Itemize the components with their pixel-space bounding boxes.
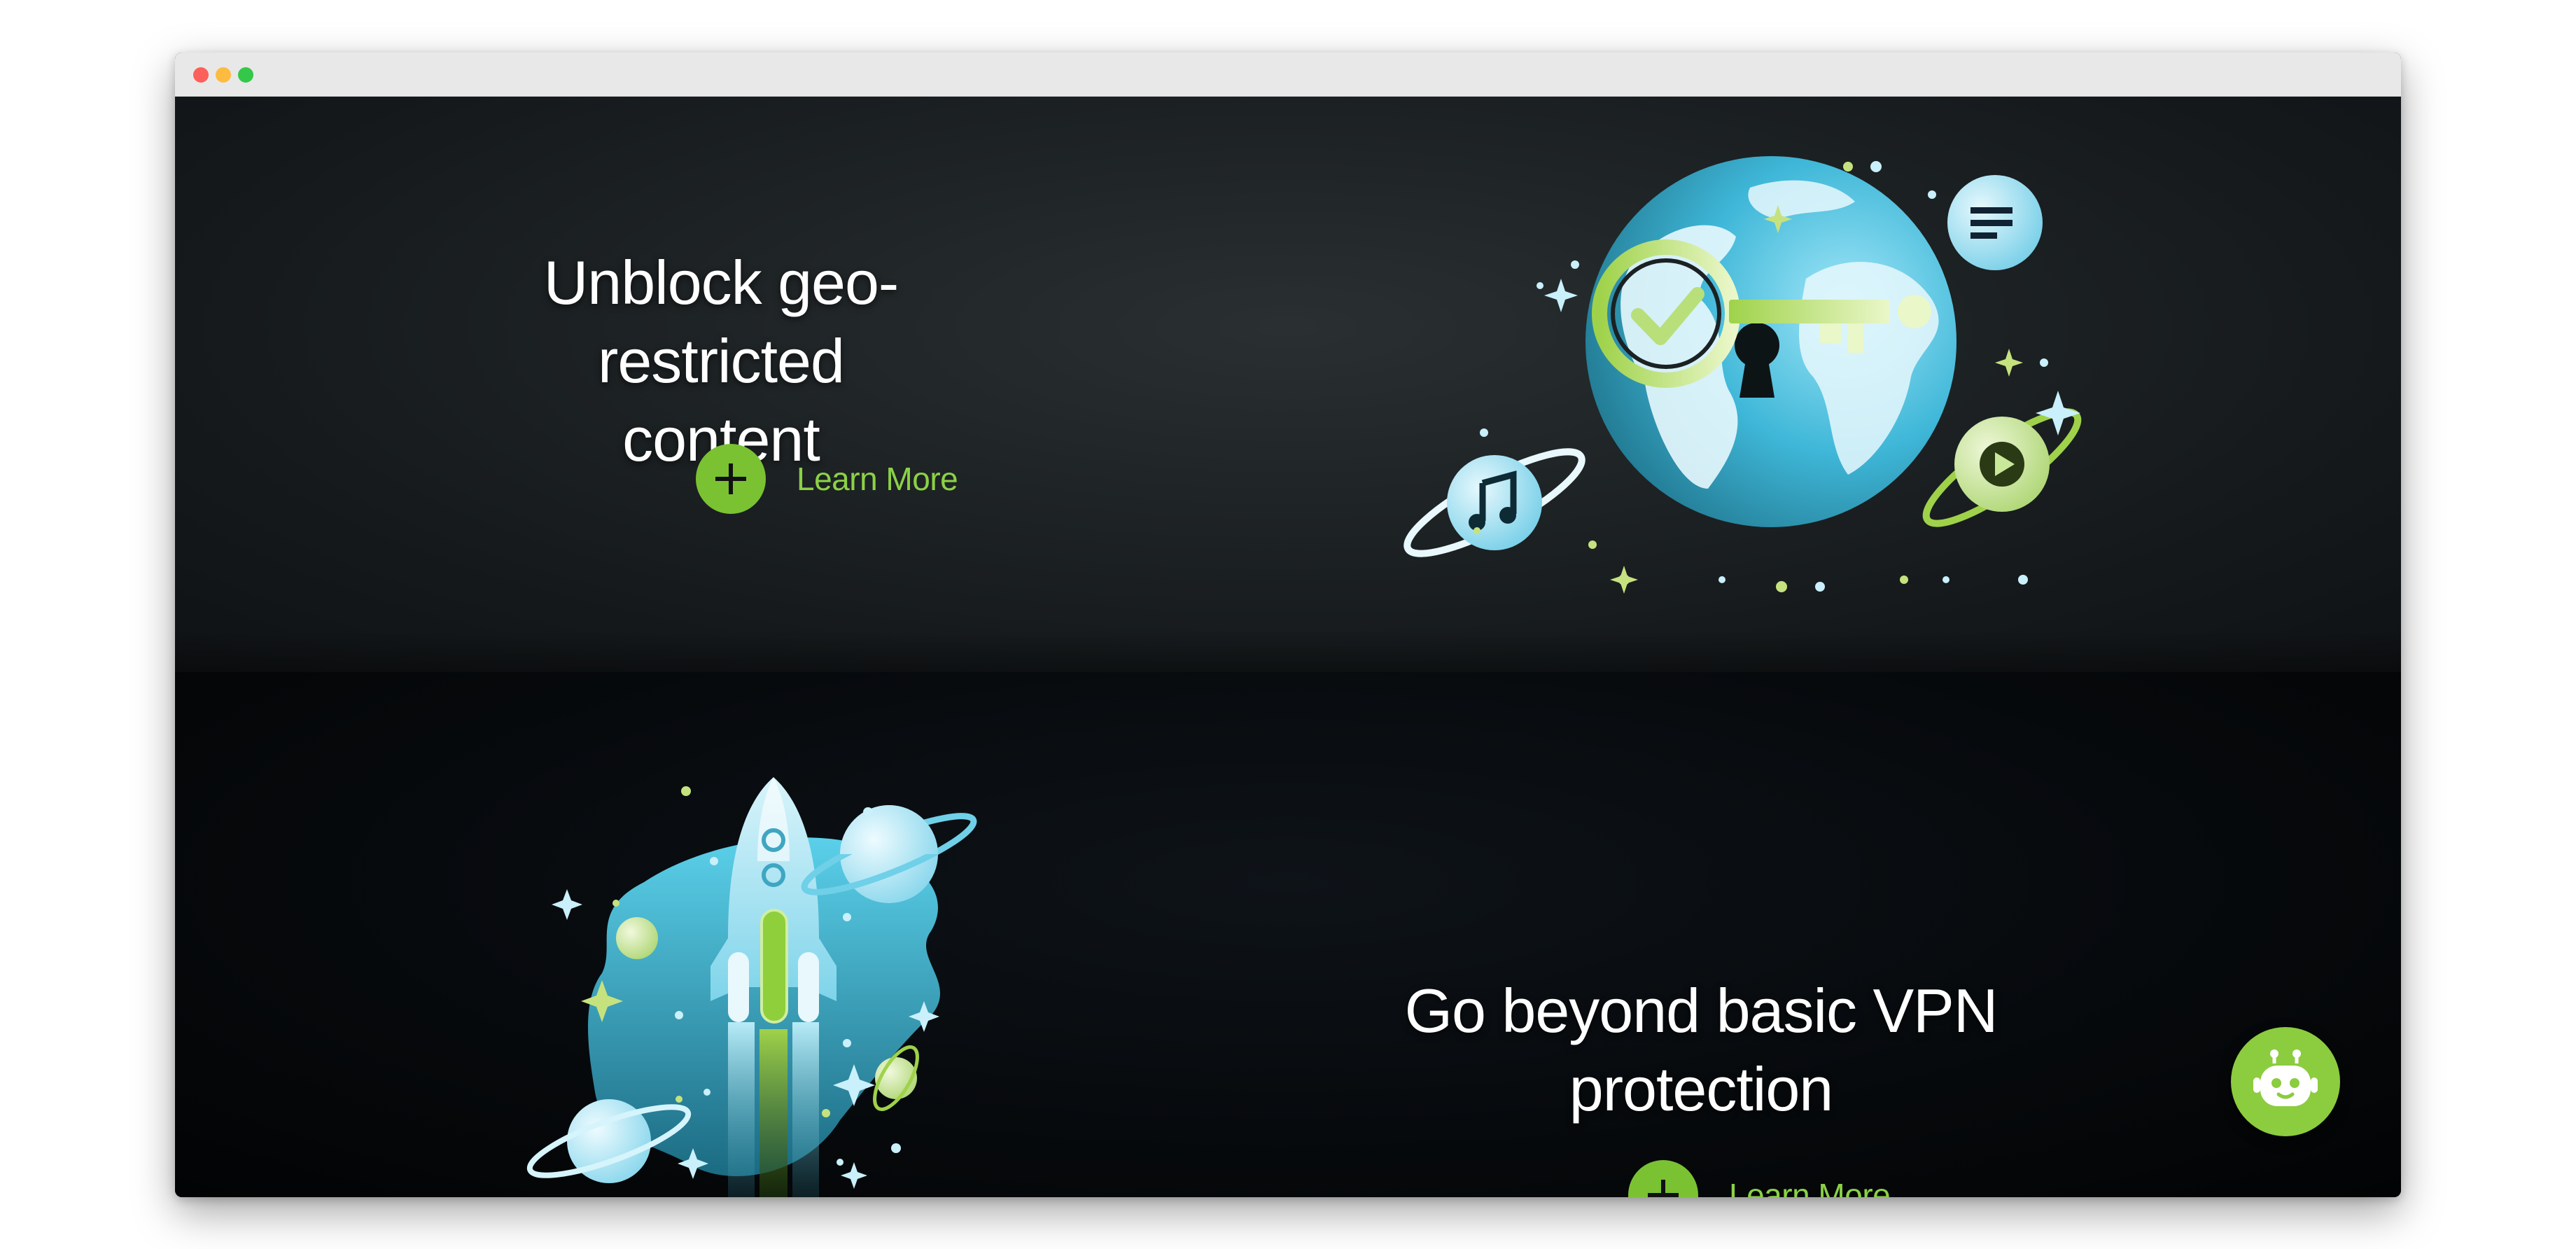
- advanced-protection-section: Go beyond basic VPN protection Learn Mor…: [175, 672, 2401, 1197]
- learn-more-label: Learn More: [1729, 1177, 1891, 1197]
- robot-chat-icon: [2253, 1049, 2318, 1106]
- advanced-protection-learn-more-button[interactable]: Learn More: [1628, 1160, 1891, 1197]
- chat-support-button[interactable]: [2231, 1027, 2340, 1136]
- plus-icon: [696, 444, 766, 514]
- rocket-illustration: [526, 777, 977, 1197]
- globe-key-illustration: [1404, 156, 2082, 594]
- minimize-window-button[interactable]: [216, 67, 231, 83]
- geo-unblock-headline-line1: Unblock geo-restricted: [543, 248, 899, 396]
- learn-more-label: Learn More: [797, 461, 958, 497]
- window-titlebar: [175, 53, 2401, 97]
- advanced-protection-headline-line2: protection: [1569, 1054, 1833, 1124]
- geo-unblock-section: Unblock geo-restricted content Learn Mor…: [175, 97, 2401, 672]
- plus-icon: [1628, 1160, 1698, 1197]
- browser-window: Unblock geo-restricted content Learn Mor…: [175, 53, 2401, 1197]
- advanced-protection-headline-line1: Go beyond basic VPN: [1404, 976, 1998, 1045]
- music-icon: [1447, 455, 1542, 550]
- geo-unblock-learn-more-button[interactable]: Learn More: [696, 444, 958, 514]
- close-window-button[interactable]: [193, 67, 209, 83]
- advanced-protection-headline: Go beyond basic VPN protection: [1393, 972, 2009, 1129]
- zoom-window-button[interactable]: [238, 67, 253, 83]
